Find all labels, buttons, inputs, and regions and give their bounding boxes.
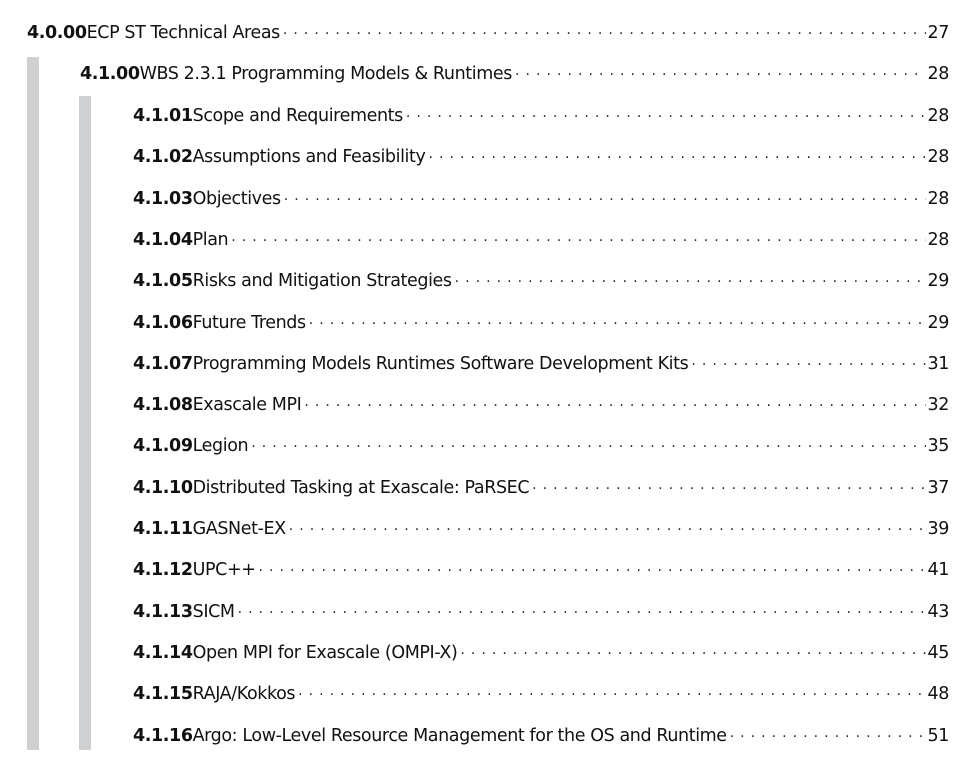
dot-leader <box>284 192 926 208</box>
section-title: Distributed Tasking at Exascale: PaRSEC <box>192 477 530 498</box>
toc-entry[interactable]: 4.1.14Open MPI for Exascale (OMPI-X) 45 <box>133 643 949 673</box>
toc-entry[interactable]: 4.1.10 Distributed Tasking at Exascale: P… <box>133 478 949 508</box>
dot-leader <box>460 646 925 662</box>
dot-leader <box>283 26 926 42</box>
toc-entry[interactable]: 4.1.05Risks and Mitigation Strategies 29 <box>133 271 949 301</box>
dot-leader <box>730 729 926 745</box>
section-title: RAJA/Kokkos <box>192 684 296 705</box>
section-number: 4.1.14 <box>133 642 193 663</box>
page-number: 28 <box>927 229 950 250</box>
dot-leader <box>532 481 925 497</box>
page-number: 43 <box>927 601 950 622</box>
dot-leader <box>515 67 926 83</box>
section-title: ECP ST Technical Areas <box>86 23 281 43</box>
page-number: 28 <box>927 147 950 168</box>
page-number: 32 <box>927 395 950 416</box>
dot-leader <box>251 439 925 455</box>
page-number: 31 <box>927 353 950 374</box>
section-number: 4.1.02 <box>133 147 193 168</box>
toc-entry-level0[interactable]: 4.0.00 ECP ST Technical Areas 27 <box>27 23 949 53</box>
section-number: 4.1.04 <box>133 229 193 250</box>
section-number: 4.1.15 <box>133 684 193 705</box>
page-number: 48 <box>927 684 950 705</box>
toc-entry[interactable]: 4.1.01Scope and Requirements 28 <box>133 106 949 136</box>
toc-entry[interactable]: 4.1.07 Programming Models Runtimes Softwa… <box>133 354 949 384</box>
toc-entry[interactable]: 4.1.13SICM 43 <box>133 602 949 632</box>
section-number: 4.1.03 <box>133 188 193 209</box>
section-title: Programming Models Runtimes Software Dev… <box>192 353 689 374</box>
section-title: WBS 2.3.1 Programming Models & Runtimes <box>139 64 513 84</box>
section-title: Scope and Requirements <box>192 106 404 126</box>
dot-leader <box>406 109 926 125</box>
section-number: 4.1.07 <box>133 353 193 374</box>
section-number: 4.1.13 <box>133 601 193 622</box>
section-title: Open MPI for Exascale (OMPI-X) <box>192 642 458 663</box>
toc-entry[interactable]: 4.1.03Objectives 28 <box>133 189 949 219</box>
section-number: 4.1.06 <box>133 312 193 333</box>
section-number: 4.1.08 <box>133 395 193 416</box>
section-number: 4.1.09 <box>133 436 193 457</box>
section-title: Legion <box>192 436 249 457</box>
toc-entry[interactable]: 4.1.11GASNet-EX 39 <box>133 519 949 549</box>
section-title: Assumptions and Feasibility <box>192 147 426 168</box>
page-number: 28 <box>927 106 950 126</box>
dot-leader <box>428 150 925 166</box>
section-title: Plan <box>192 229 229 250</box>
toc-entry[interactable]: 4.1.12UPC++ 41 <box>133 560 949 590</box>
section-number: 4.1.05 <box>133 271 193 292</box>
level1-indent-bar <box>27 57 39 750</box>
section-number: 4.1.00 <box>80 64 140 84</box>
dot-leader <box>691 357 925 373</box>
page-number: 28 <box>927 188 950 209</box>
section-title: GASNet-EX <box>192 519 287 539</box>
dot-leader <box>309 316 926 332</box>
page-number: 37 <box>927 477 950 498</box>
page-number: 28 <box>927 64 950 84</box>
toc-entry[interactable]: 4.1.06Future Trends 29 <box>133 313 949 343</box>
toc-entry[interactable]: 4.1.15RAJA/Kokkos 48 <box>133 684 949 714</box>
toc-entry[interactable]: 4.1.09Legion 35 <box>133 436 949 466</box>
dot-leader <box>238 605 926 621</box>
toc-entry[interactable]: 4.1.02Assumptions and Feasibility 28 <box>133 147 949 177</box>
toc-entry[interactable]: 4.1.16 Argo: Low-Level Resource Managemen… <box>133 726 949 756</box>
level2-indent-bar <box>79 96 91 750</box>
page-number: 35 <box>927 436 950 457</box>
section-title: Argo: Low-Level Resource Management for … <box>192 725 727 746</box>
dot-leader <box>304 398 925 414</box>
section-title: Exascale MPI <box>192 395 302 416</box>
dot-leader <box>298 687 925 703</box>
section-title: Objectives <box>192 188 282 209</box>
section-number: 4.1.16 <box>133 725 193 746</box>
dot-leader <box>289 522 926 538</box>
section-title: Future Trends <box>192 312 307 333</box>
toc-entry[interactable]: 4.1.04Plan 28 <box>133 230 949 260</box>
section-title: Risks and Mitigation Strategies <box>192 271 452 292</box>
page-number: 29 <box>927 271 950 292</box>
page-number: 27 <box>927 23 950 43</box>
section-number: 4.1.11 <box>133 519 193 539</box>
section-number: 4.1.12 <box>133 560 193 581</box>
page-number: 29 <box>927 312 950 333</box>
dot-leader <box>455 274 926 290</box>
section-number: 4.1.01 <box>133 106 193 126</box>
section-title: SICM <box>192 601 235 622</box>
section-title: UPC++ <box>192 560 256 581</box>
toc-entry-level1[interactable]: 4.1.00 WBS 2.3.1 Programming Models & Ru… <box>80 64 949 94</box>
page-number: 45 <box>927 642 950 663</box>
dot-leader <box>231 233 925 249</box>
page-number: 51 <box>927 725 950 746</box>
toc-entry[interactable]: 4.1.08Exascale MPI 32 <box>133 395 949 425</box>
dot-leader <box>259 563 926 579</box>
page-number: 39 <box>927 519 950 539</box>
section-number: 4.1.10 <box>133 477 193 498</box>
page-number: 41 <box>927 560 950 581</box>
section-number: 4.0.00 <box>27 23 87 43</box>
